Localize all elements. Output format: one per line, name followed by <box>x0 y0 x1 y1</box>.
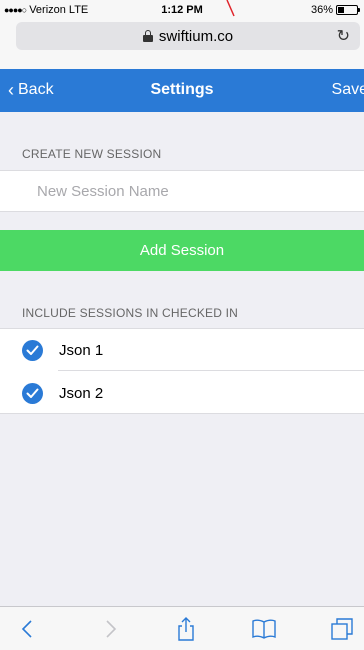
forward-icon[interactable] <box>96 615 124 643</box>
address-bar[interactable]: swiftium.co ↻ <box>16 22 360 50</box>
session-name-input[interactable] <box>0 171 364 211</box>
include-sessions-header: INCLUDE SESSIONS IN CHECKED IN <box>22 306 239 320</box>
status-time: 1:12 PM <box>161 4 203 16</box>
checkmark-icon[interactable] <box>22 339 43 361</box>
session-checklist: Json 1 Json 2 <box>0 328 364 414</box>
add-session-button[interactable]: Add Session <box>0 230 364 271</box>
lock-icon <box>142 30 153 42</box>
save-button[interactable]: Save <box>332 81 364 99</box>
list-item-label: Json 1 <box>59 341 104 359</box>
tabs-icon[interactable] <box>328 615 356 643</box>
bookmarks-icon[interactable] <box>250 615 278 643</box>
session-name-row <box>0 170 364 212</box>
status-right: 36% <box>310 4 360 16</box>
back-icon[interactable] <box>14 615 42 643</box>
browser-chrome: ●●●●○ Verizon LTE 1:12 PM 36% swiftium.c… <box>0 0 364 69</box>
checkmark-icon[interactable] <box>22 382 43 404</box>
battery-icon <box>336 5 360 15</box>
battery-percent: 36% <box>310 4 333 16</box>
list-item[interactable]: Json 2 <box>0 372 364 414</box>
battery-fill <box>338 7 344 13</box>
browser-toolbar <box>0 606 364 650</box>
reload-icon[interactable]: ↻ <box>337 26 350 46</box>
page-title: Settings <box>150 81 214 98</box>
share-icon[interactable] <box>172 615 200 643</box>
create-session-header: CREATE NEW SESSION <box>22 147 162 161</box>
status-bar: ●●●●○ Verizon LTE 1:12 PM 36% <box>0 0 364 20</box>
url-text: swiftium.co <box>158 27 234 45</box>
list-item-label: Json 2 <box>59 384 104 402</box>
navbar: ‹ Back Settings Save <box>0 69 364 112</box>
list-item[interactable]: Json 1 <box>0 329 364 371</box>
